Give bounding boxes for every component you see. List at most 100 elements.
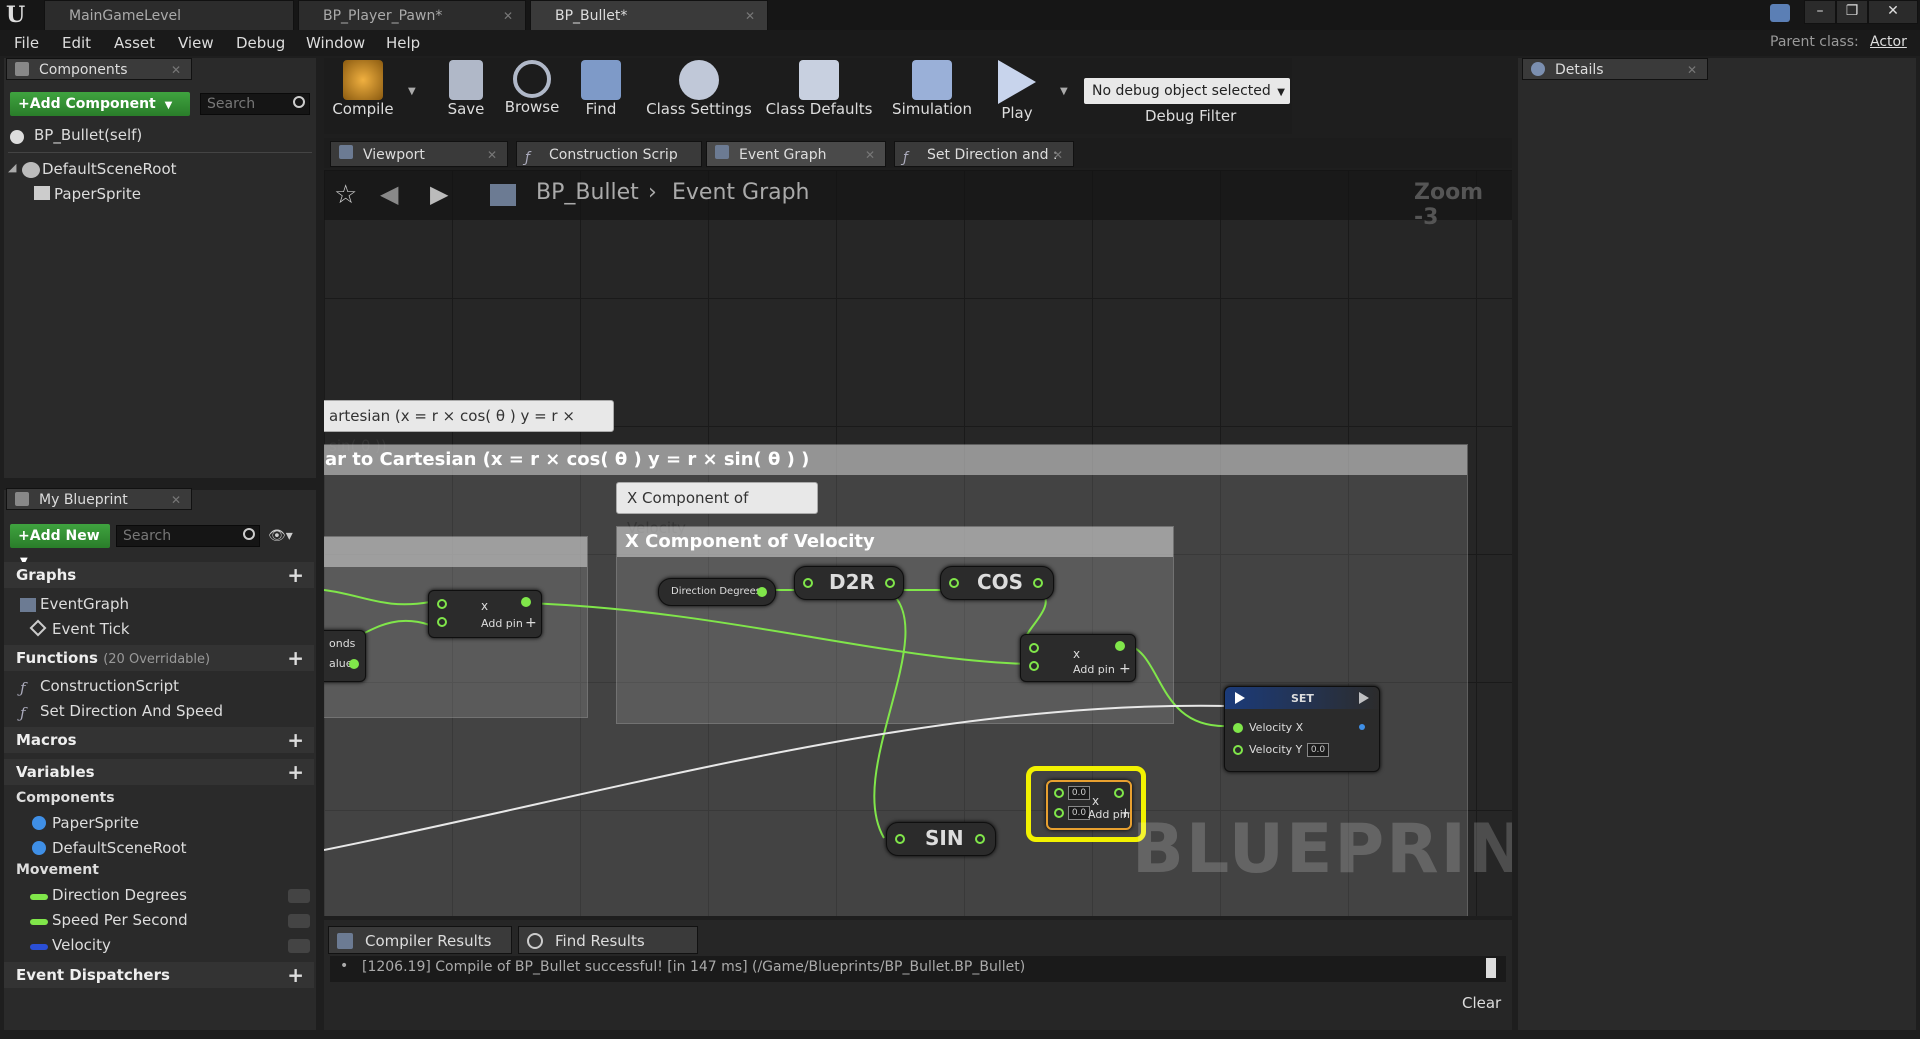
eye-toggle-icon[interactable] [288,889,310,903]
var-item-paper-sprite[interactable]: PaperSprite [52,814,139,832]
chevron-down-icon[interactable]: ▼ [1060,86,1068,97]
macros-header[interactable]: Macros + [4,727,314,753]
eye-toggle-icon[interactable] [288,939,310,953]
output-pin[interactable] [885,578,895,588]
output-pin[interactable] [975,834,985,844]
input-b-field[interactable]: 0.0 [1068,806,1090,820]
component-paper-sprite[interactable]: PaperSprite [54,185,141,203]
multiply-node-x[interactable]: x Add pin + [1020,634,1136,682]
browse-button[interactable]: Browse [500,60,564,116]
class-defaults-button[interactable]: Class Defaults [764,60,874,118]
restore-button[interactable]: ❐ [1836,0,1868,24]
exec-in-pin[interactable] [1235,692,1245,704]
output-pin[interactable] [521,597,531,607]
graph-item-event-tick[interactable]: Event Tick [52,620,130,638]
sin-node[interactable]: SIN [886,822,996,856]
tab-my-blueprint[interactable]: My Blueprint ✕ [6,488,192,510]
menu-view[interactable]: View [178,34,214,52]
minimize-button[interactable]: – [1804,0,1836,24]
set-velocity-node[interactable]: SET Velocity X Velocity Y 0.0 [1224,686,1380,772]
simulation-button[interactable]: Simulation [888,60,976,118]
graphs-header[interactable]: Graphs + [4,562,314,588]
add-pin-plus-icon[interactable]: + [525,615,537,631]
save-button[interactable]: Save [436,60,496,118]
menu-debug[interactable]: Debug [236,34,285,52]
event-graph-canvas[interactable]: ☆ ◀ ▶ BP_Bullet › Event Graph Zoom -3 ar… [324,170,1512,916]
event-dispatchers-header[interactable]: Event Dispatchers + [4,962,314,988]
tab-construction-script[interactable]: ƒ Construction Scrip [516,141,702,167]
input-pin[interactable] [949,578,959,588]
menu-asset[interactable]: Asset [114,34,155,52]
close-icon[interactable]: ✕ [1053,142,1063,168]
add-function-plus-icon[interactable]: + [287,645,304,671]
multiply-node-left[interactable]: x Add pin + [428,590,542,638]
add-new-button[interactable]: +Add New ▼ [10,524,110,567]
velocity-y-input[interactable]: 0.0 [1307,743,1329,757]
graph-item-event-graph[interactable]: EventGraph [40,595,129,613]
output-pin[interactable] [349,659,359,669]
var-group-components[interactable]: Components [16,790,115,806]
parent-class-link[interactable]: Actor [1870,34,1907,50]
component-default-scene-root[interactable]: DefaultSceneRoot [42,160,177,178]
tab-viewport[interactable]: Viewport ✕ [330,141,508,167]
var-group-movement[interactable]: Movement [16,862,99,878]
doc-tab-bp-bullet[interactable]: BP_Bullet* ✕ [530,0,768,30]
function-item-construction-script[interactable]: ConstructionScript [40,677,179,695]
my-blueprint-search-input[interactable]: Search [116,525,260,547]
component-self[interactable]: BP_Bullet(self) [34,126,142,144]
add-macro-plus-icon[interactable]: + [287,727,304,753]
menu-edit[interactable]: Edit [62,34,91,52]
output-pin[interactable] [1114,788,1124,798]
tab-details[interactable]: Details ✕ [1522,58,1708,80]
direction-degrees-getter[interactable]: Direction Degrees [658,578,776,606]
input-pin[interactable] [803,578,813,588]
menu-help[interactable]: Help [386,34,420,52]
expand-arrow-icon[interactable]: ◢ [8,161,16,174]
close-icon[interactable]: ✕ [1687,59,1697,81]
velocity-y-pin[interactable] [1233,745,1243,755]
eye-toggle-icon[interactable] [288,914,310,928]
close-icon[interactable]: ✕ [487,142,497,168]
add-pin-plus-icon[interactable]: + [1119,661,1131,677]
add-graph-plus-icon[interactable]: + [287,562,304,588]
input-pin[interactable] [437,599,447,609]
output-pin[interactable] [757,587,767,597]
cos-node[interactable]: COS [940,566,1054,600]
exec-out-pin[interactable] [1359,692,1369,704]
tab-find-results[interactable]: Find Results [518,926,698,954]
multiply-node-selected[interactable]: 0.0 0.0 x Add pin + [1046,780,1132,830]
tab-set-direction[interactable]: ƒ Set Direction and : ✕ [894,141,1074,167]
variables-header[interactable]: Variables + [4,759,314,785]
tab-components[interactable]: Components ✕ [6,58,192,80]
components-search-input[interactable]: Search [200,93,310,115]
debug-object-select[interactable]: No debug object selected ▼ [1084,78,1290,104]
close-icon[interactable]: ✕ [503,1,513,31]
input-pin[interactable] [1029,643,1039,653]
function-item-set-direction-and-speed[interactable]: Set Direction And Speed [40,702,223,720]
input-pin[interactable] [895,834,905,844]
close-icon[interactable]: ✕ [171,59,181,81]
compile-button[interactable]: Compile [328,60,398,118]
input-pin[interactable] [437,617,447,627]
d2r-node[interactable]: D2R [794,566,904,600]
velocity-x-output-pin[interactable] [1359,724,1365,730]
class-settings-button[interactable]: Class Settings [644,60,754,118]
menu-window[interactable]: Window [306,34,365,52]
output-pin[interactable] [1033,578,1043,588]
close-icon[interactable]: ✕ [171,489,181,511]
add-pin-plus-icon[interactable]: + [1120,806,1131,821]
add-variable-plus-icon[interactable]: + [287,759,304,785]
input-pin[interactable] [1054,808,1064,818]
doc-tab-main-game-level[interactable]: MainGameLevel [44,0,294,30]
add-dispatcher-plus-icon[interactable]: + [287,962,304,988]
close-window-button[interactable]: ✕ [1868,0,1918,24]
tab-compiler-results[interactable]: Compiler Results [328,926,512,954]
menu-file[interactable]: File [14,34,39,52]
input-pin[interactable] [1029,661,1039,671]
chevron-down-icon[interactable]: ▼ [408,86,416,97]
tab-event-graph[interactable]: Event Graph ✕ [706,141,886,167]
clear-button[interactable]: Clear [1462,994,1501,1012]
input-pin[interactable] [1054,788,1064,798]
velocity-x-pin[interactable] [1233,723,1243,733]
var-item-velocity[interactable]: Velocity [52,936,111,954]
